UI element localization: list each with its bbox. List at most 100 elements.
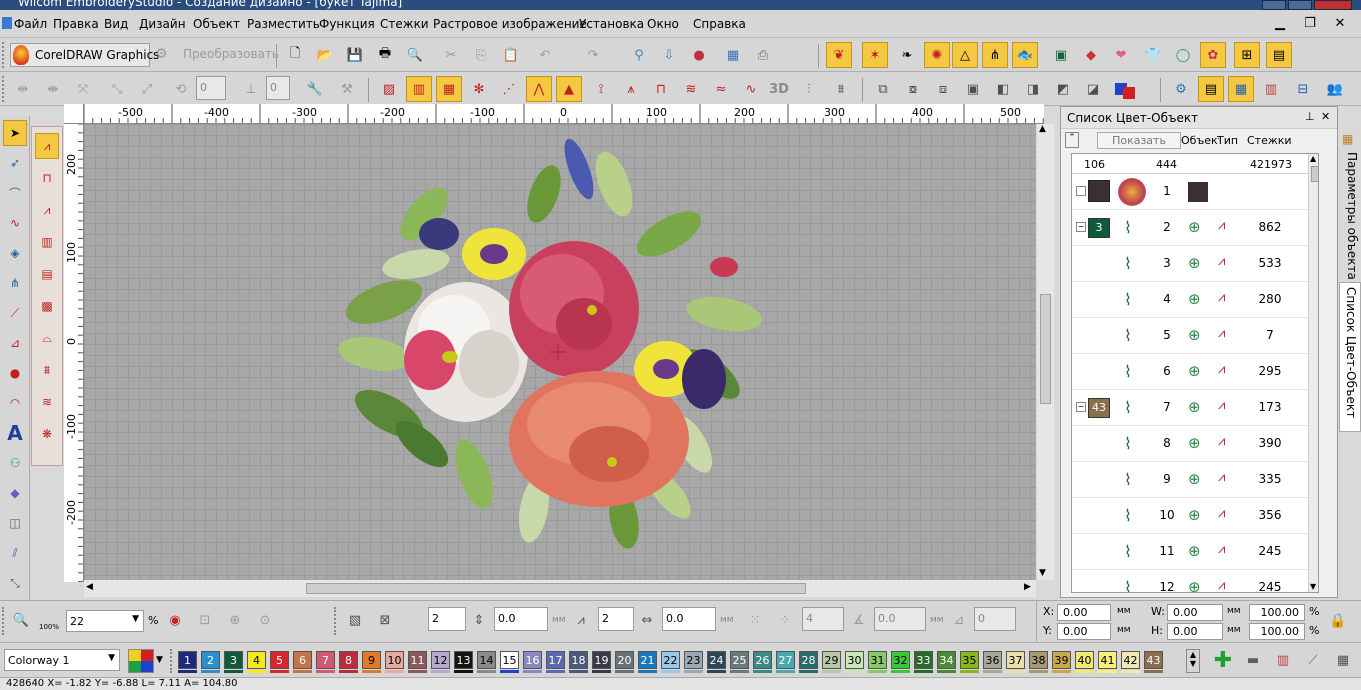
skew-icon[interactable]: ⟂ bbox=[238, 76, 264, 102]
picture-icon[interactable]: ▣ bbox=[1048, 42, 1074, 68]
palette-swatch[interactable]: 28 bbox=[799, 651, 818, 669]
panel-close-icon[interactable]: ✕ bbox=[1321, 110, 1330, 123]
mirror-icon[interactable]: ⇹ bbox=[10, 76, 36, 102]
object-row[interactable]: ⌇ ⊕ ⩘ 12 245 bbox=[1072, 570, 1318, 592]
palette-swatch[interactable]: 22 bbox=[661, 651, 680, 669]
x-coordinate-input[interactable]: 0.00 bbox=[1057, 604, 1111, 621]
palette-swatch[interactable]: 24 bbox=[707, 651, 726, 669]
vertical-ruler[interactable]: 200 100 0 -100 -200 bbox=[64, 124, 84, 582]
menu-settings[interactable]: Установка bbox=[579, 17, 644, 31]
shape-tool-icon[interactable]: ◈ bbox=[3, 240, 27, 266]
paste-icon[interactable]: 📋 bbox=[498, 42, 524, 68]
palette-swatch[interactable]: 36 bbox=[983, 651, 1002, 669]
menu-stitches[interactable]: Стежки bbox=[380, 17, 429, 31]
add-color-icon[interactable]: ✚ bbox=[1210, 647, 1236, 673]
palette-swatch[interactable]: 31 bbox=[868, 651, 887, 669]
zigzag-input[interactable]: 2 bbox=[598, 607, 634, 631]
complex-fill-icon[interactable]: ▤ bbox=[35, 261, 59, 287]
knife-icon[interactable]: ◆ bbox=[3, 480, 27, 506]
palette-swatch[interactable]: 9 bbox=[362, 651, 381, 669]
menu-arrange[interactable]: Разместить bbox=[247, 17, 320, 31]
intersect-icon[interactable]: ⧈ bbox=[930, 76, 956, 102]
reshape-node-icon[interactable]: ➶ bbox=[3, 150, 27, 176]
fill-motif-icon[interactable]: ✻ bbox=[466, 76, 492, 102]
machine-icon[interactable]: ⎙ bbox=[750, 42, 776, 68]
back-minus-front-icon[interactable]: ◧ bbox=[990, 76, 1016, 102]
color-film-icon[interactable]: ◉ bbox=[162, 607, 188, 633]
expand-toggle-icon[interactable]: − bbox=[1076, 402, 1086, 412]
rotate-angle-input[interactable]: 0 bbox=[196, 76, 226, 100]
object-row[interactable]: ⌇ ⊕ ⩘ 5 7 bbox=[1072, 318, 1318, 354]
zoom-fit-icon[interactable]: ⊙ bbox=[252, 607, 278, 633]
column-type[interactable]: Тип bbox=[1217, 134, 1238, 147]
palette-swatch[interactable]: 29 bbox=[822, 651, 841, 669]
horizontal-ruler[interactable]: -500 -400 -300 -200 -100 0 100 200 300 4… bbox=[84, 104, 1044, 124]
scale-icon[interactable]: ⤡ bbox=[104, 76, 130, 102]
app-icon[interactable] bbox=[2, 17, 12, 29]
palette-swatch[interactable]: 23 bbox=[684, 651, 703, 669]
shirt-icon[interactable]: 👕 bbox=[1140, 42, 1166, 68]
fill-satin-icon[interactable]: ▥ bbox=[406, 76, 432, 102]
design-canvas[interactable] bbox=[84, 124, 1036, 580]
hoop-grid-icon[interactable]: ▤ bbox=[1266, 42, 1292, 68]
palette-swatch[interactable]: 4 bbox=[247, 651, 266, 669]
zoom-selection-icon[interactable]: ⊕ bbox=[222, 607, 248, 633]
palette-swatch[interactable]: 33 bbox=[914, 651, 933, 669]
collapse-all-icon[interactable]: ⌃ bbox=[1065, 132, 1079, 148]
skew-angle-input[interactable]: 0 bbox=[266, 76, 290, 100]
doc-minimize-icon[interactable]: ▁ bbox=[1268, 13, 1292, 35]
palette-editor-icon[interactable]: ▤ bbox=[1198, 76, 1224, 102]
palette-swatch[interactable]: 8 bbox=[339, 651, 358, 669]
column-stitches[interactable]: Стежки bbox=[1247, 134, 1292, 147]
tools-icon[interactable]: ⚒ bbox=[334, 76, 360, 102]
column-b-icon[interactable]: ⩘ bbox=[35, 197, 59, 223]
minimize-window-button[interactable] bbox=[1262, 0, 1286, 10]
palette-swatch[interactable]: 10 bbox=[385, 651, 404, 669]
node-edit-icon[interactable]: ⋔ bbox=[3, 270, 27, 296]
scale-x-input[interactable]: 100.00 bbox=[1249, 604, 1305, 621]
list-scroll-down-icon[interactable]: ▼ bbox=[1310, 582, 1316, 591]
stitch-wave-icon[interactable]: ∿ bbox=[738, 76, 764, 102]
tab-color-object-list[interactable]: Список Цвет-Объект bbox=[1339, 282, 1361, 432]
object-row[interactable]: ⌇ ⊕ ⩘ 10 356 bbox=[1072, 498, 1318, 534]
leaf-outline-icon[interactable]: ❧ bbox=[894, 42, 920, 68]
palette-scroll-icon[interactable]: ▲ ▼ bbox=[1186, 649, 1200, 673]
zoom-level-input[interactable]: 22 ▼ bbox=[66, 610, 144, 632]
menu-function[interactable]: Функция bbox=[319, 17, 375, 31]
run-zigzag-icon[interactable]: ⟟ bbox=[588, 76, 614, 102]
menu-view[interactable]: Вид bbox=[104, 17, 128, 31]
undo-icon[interactable]: ↶ bbox=[532, 42, 558, 68]
break-apart-icon[interactable]: ◨ bbox=[1020, 76, 1046, 102]
length-input[interactable]: 0.0 bbox=[494, 607, 548, 631]
scroll-up-icon[interactable]: ▲ bbox=[1039, 124, 1046, 134]
colorway-select[interactable]: Colorway 1 ▼ bbox=[4, 649, 120, 671]
carving-icon[interactable]: ⫶ bbox=[796, 76, 822, 102]
stitch-random-icon[interactable]: ≈ bbox=[708, 76, 734, 102]
column-c-icon[interactable]: ▥ bbox=[35, 229, 59, 255]
front-minus-back-icon[interactable]: ▣ bbox=[960, 76, 986, 102]
density-input[interactable]: 4 bbox=[802, 607, 844, 631]
palette-swatch[interactable]: 15 bbox=[500, 651, 519, 669]
polyline-icon[interactable]: ⊿ bbox=[3, 330, 27, 356]
offset-icon[interactable]: ⊿ bbox=[946, 607, 972, 633]
fill-point-icon[interactable]: ▲ bbox=[556, 76, 582, 102]
object-properties-tab-icon[interactable]: ▦ bbox=[1342, 132, 1353, 146]
grid-icon[interactable]: ⊞ bbox=[1234, 42, 1260, 68]
fill-curve-icon[interactable]: ⋰ bbox=[496, 76, 522, 102]
zigzag-spacing-icon[interactable]: ⩘ bbox=[568, 607, 594, 633]
list-scroll-up-icon[interactable]: ▲ bbox=[1310, 154, 1316, 163]
satin-stitch-icon[interactable]: ⩘ bbox=[35, 133, 59, 159]
doc-close-icon[interactable]: ✕ bbox=[1328, 13, 1352, 35]
pin-icon[interactable]: ⊥ bbox=[1305, 110, 1315, 123]
color-shape-icon[interactable] bbox=[1112, 76, 1138, 102]
leaf-tatami-icon[interactable]: ✶ bbox=[862, 42, 888, 68]
zoom-100-button[interactable]: 100% bbox=[36, 607, 62, 633]
freehand-icon[interactable]: ∿ bbox=[3, 210, 27, 236]
palette-swatch[interactable]: 26 bbox=[753, 651, 772, 669]
offset-input[interactable]: 0 bbox=[974, 607, 1016, 631]
palette-swatch[interactable]: 12 bbox=[431, 651, 450, 669]
palette-swatch[interactable]: 19 bbox=[592, 651, 611, 669]
column-object[interactable]: Объект bbox=[1181, 134, 1219, 147]
color-chart-icon[interactable]: ▦ bbox=[1228, 76, 1254, 102]
show-button[interactable]: Показать bbox=[1097, 132, 1181, 149]
